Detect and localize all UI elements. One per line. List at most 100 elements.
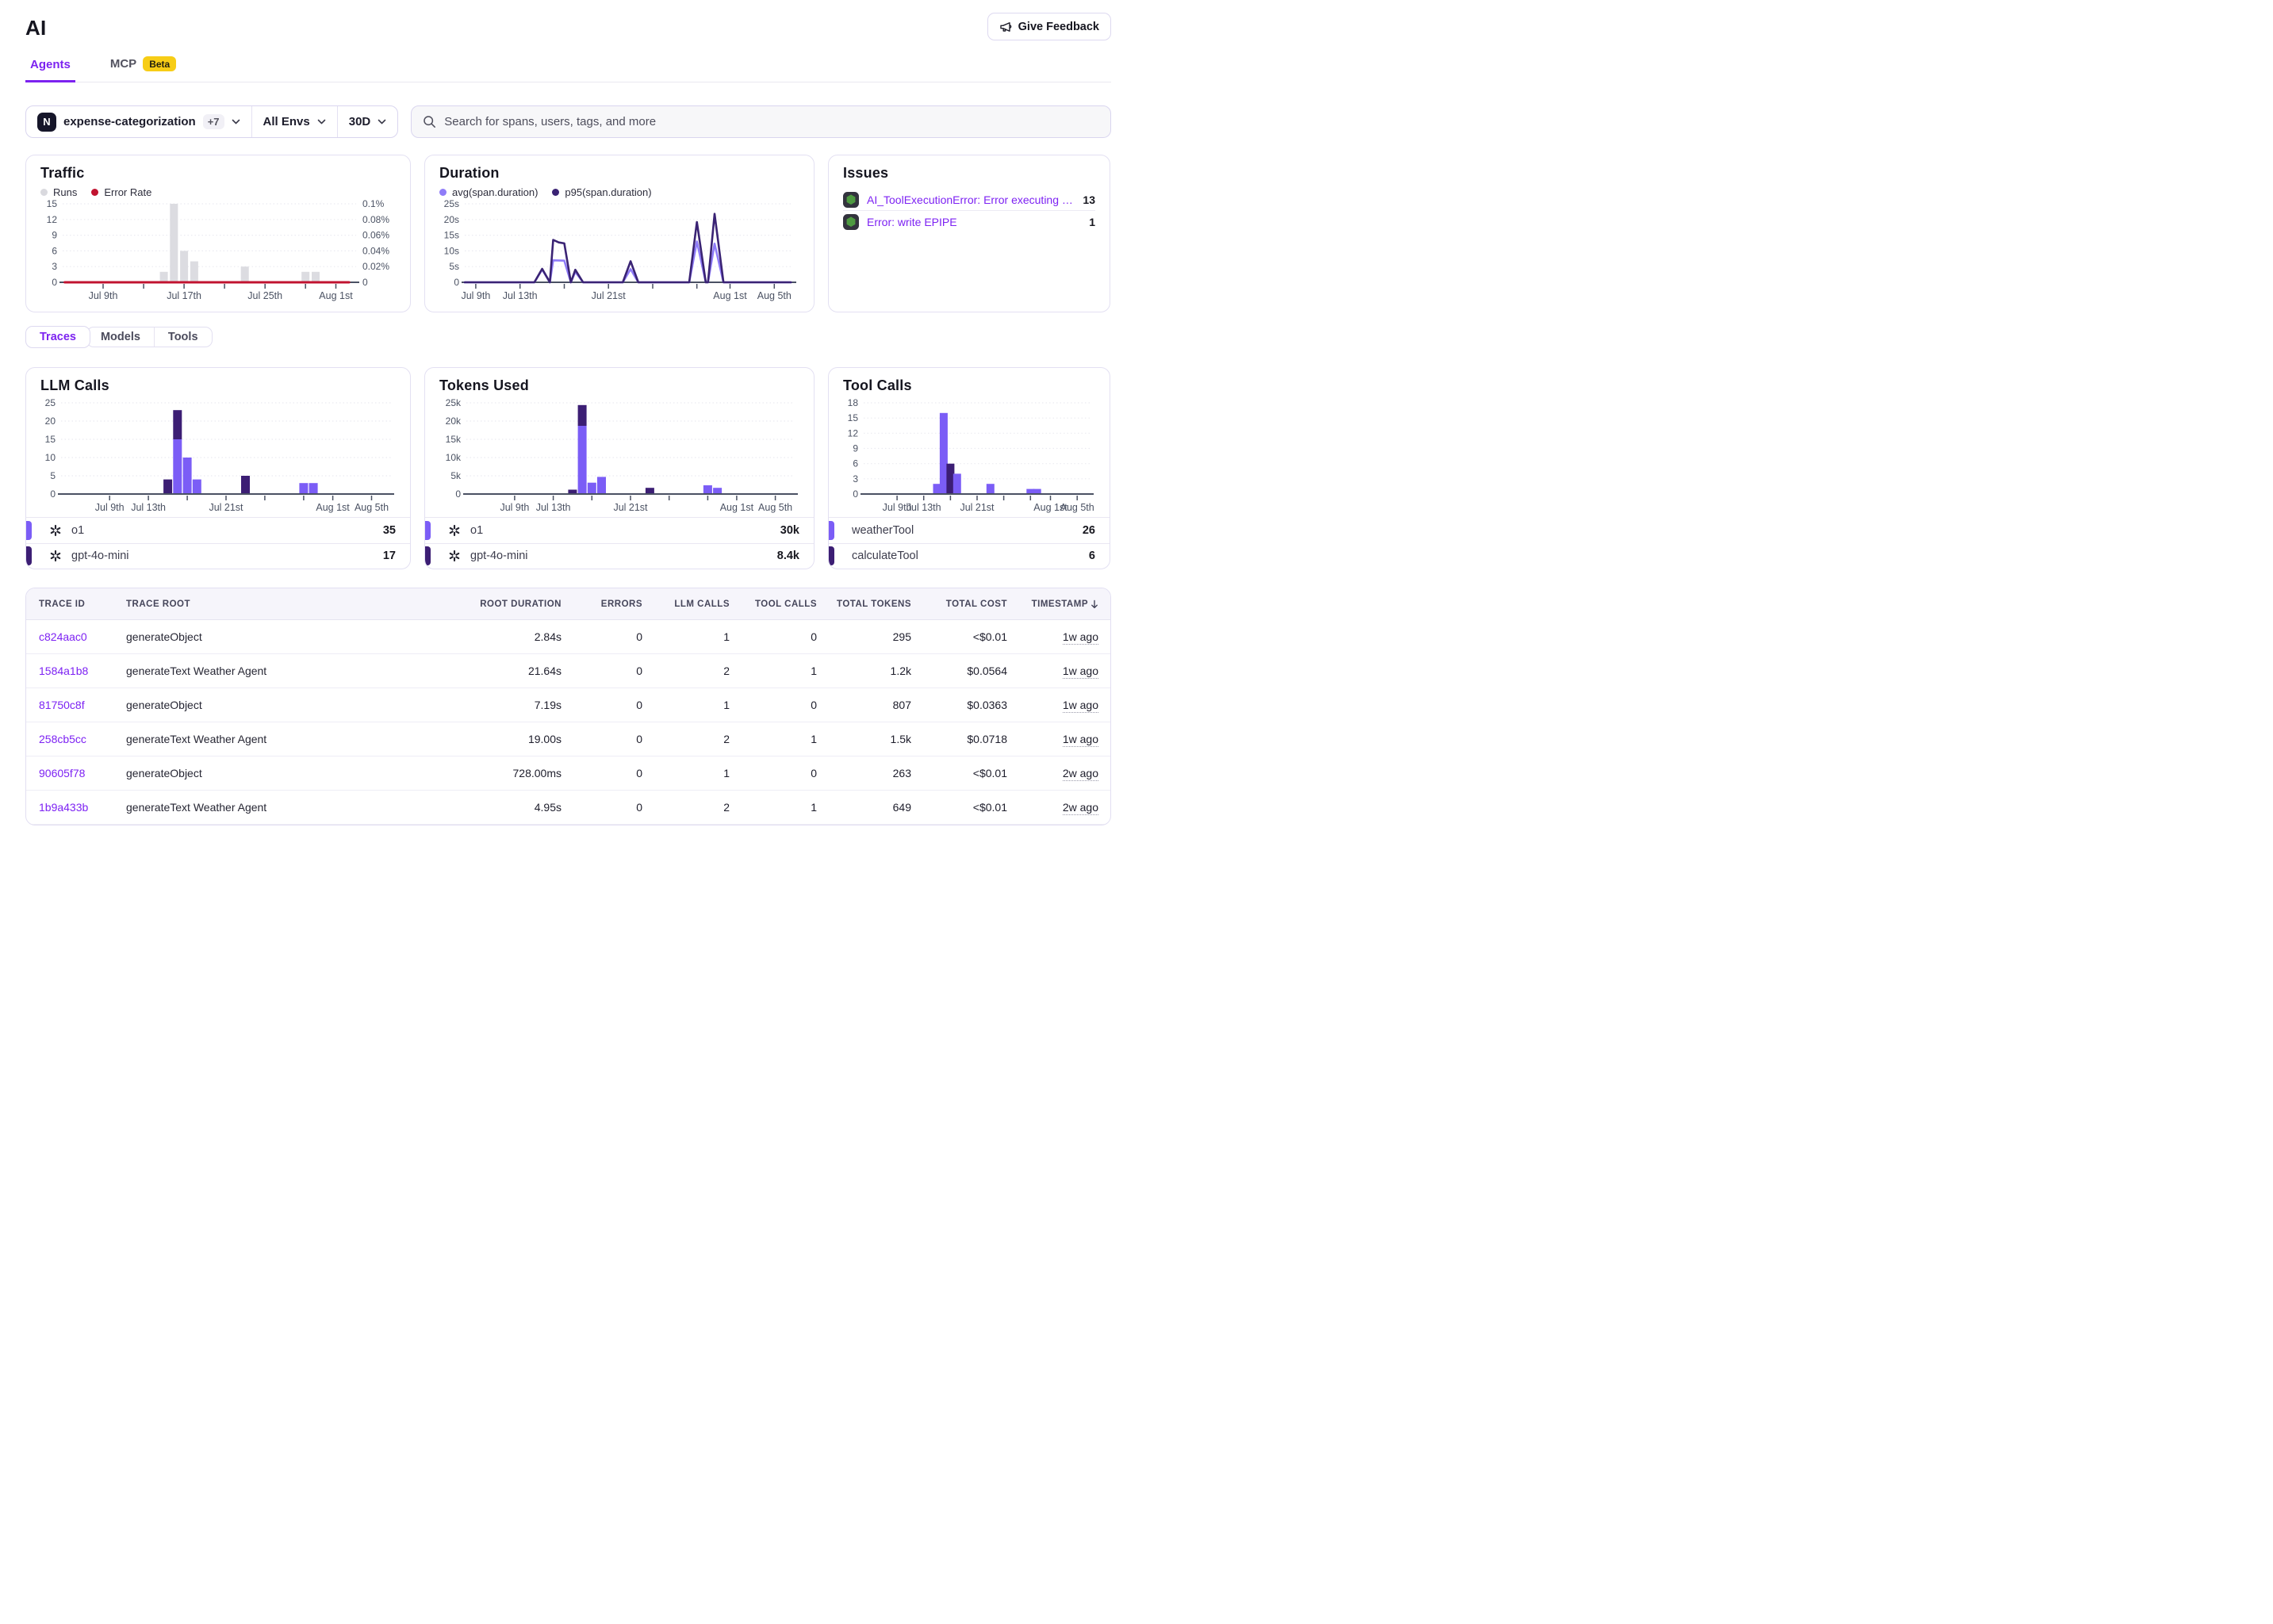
trace-id-link[interactable]: 90605f78 — [39, 767, 126, 779]
table-row[interactable]: 81750c8f generateObject 7.19s 0 1 0 807 … — [26, 688, 1110, 722]
timestamp-value: 2w ago — [1063, 767, 1098, 781]
traces-table: TRACE ID TRACE ROOT ROOT DURATION ERRORS… — [25, 588, 1111, 825]
svg-text:Jul 17th: Jul 17th — [167, 290, 201, 301]
megaphone-icon — [999, 21, 1012, 33]
tokens-used-title: Tokens Used — [439, 377, 799, 394]
svg-text:Aug 1st: Aug 1st — [319, 290, 353, 301]
trace-id-link[interactable]: 81750c8f — [39, 699, 126, 711]
col-llm-calls: LLM CALLS — [642, 599, 730, 609]
trace-id-link[interactable]: 258cb5cc — [39, 733, 126, 745]
page-title: AI — [25, 0, 1111, 40]
series-color-bar — [26, 546, 32, 565]
series-color-bar — [829, 546, 834, 565]
series-color-bar — [26, 521, 32, 540]
tab-agents[interactable]: Agents — [25, 53, 75, 82]
table-row[interactable]: 90605f78 generateObject 728.00ms 0 1 0 2… — [26, 756, 1110, 791]
openai-icon — [49, 550, 62, 562]
trace-id-link[interactable]: 1584a1b8 — [39, 665, 126, 677]
table-row[interactable]: 1584a1b8 generateText Weather Agent 21.6… — [26, 654, 1110, 688]
tab-models[interactable]: Models — [87, 327, 154, 347]
tool-summary-row[interactable]: weatherTool 26 — [829, 517, 1110, 543]
col-total-cost: TOTAL COST — [911, 599, 1007, 609]
svg-text:10k: 10k — [446, 452, 462, 463]
beta-badge: Beta — [143, 56, 176, 71]
traffic-title: Traffic — [40, 165, 396, 182]
chevron-down-icon — [317, 119, 326, 124]
p95-dot-icon — [552, 189, 559, 196]
svg-text:9: 9 — [52, 230, 57, 241]
timestamp-value: 1w ago — [1063, 665, 1098, 679]
model-summary-row[interactable]: gpt-4o-mini 8.4k — [425, 543, 814, 569]
svg-text:0.08%: 0.08% — [362, 214, 389, 225]
svg-text:3: 3 — [853, 473, 858, 485]
timestamp-value: 1w ago — [1063, 733, 1098, 747]
table-row[interactable]: 1b9a433b generateText Weather Agent 4.95… — [26, 791, 1110, 825]
llm-calls-chart: 0510152025Jul 9thJul 13thJul 21stAug 1st… — [40, 399, 397, 513]
svg-text:25k: 25k — [446, 399, 462, 408]
model-value: 17 — [383, 550, 396, 562]
table-row[interactable]: c824aac0 generateObject 2.84s 0 1 0 295 … — [26, 620, 1110, 654]
env-filter-dropdown[interactable]: All Envs — [251, 106, 337, 137]
model-name: o1 — [71, 524, 84, 537]
tab-tools[interactable]: Tools — [154, 327, 212, 347]
svg-text:Jul 21st: Jul 21st — [960, 502, 995, 513]
svg-text:5s: 5s — [449, 261, 459, 272]
legend-runs: Runs — [40, 186, 77, 198]
svg-text:5k: 5k — [450, 470, 462, 481]
legend-p95-duration: p95(span.duration) — [552, 186, 651, 198]
series-color-bar — [425, 521, 431, 540]
col-total-tokens: TOTAL TOKENS — [817, 599, 911, 609]
tool-name: weatherTool — [852, 524, 914, 537]
issues-list: AI_ToolExecutionError: Error executing t… — [843, 189, 1095, 233]
section-tab-group: Models Tools — [86, 327, 213, 347]
trace-id-link[interactable]: c824aac0 — [39, 630, 126, 643]
model-value: 30k — [780, 524, 799, 537]
project-logo-icon: N — [37, 113, 56, 132]
error-rate-dot-icon — [91, 189, 98, 196]
model-summary-row[interactable]: o1 30k — [425, 517, 814, 543]
issue-count: 1 — [1089, 216, 1095, 228]
legend-error-rate: Error Rate — [91, 186, 151, 198]
svg-text:15k: 15k — [446, 434, 462, 445]
svg-text:0.04%: 0.04% — [362, 245, 389, 256]
svg-text:18: 18 — [848, 399, 859, 408]
tool-summary-row[interactable]: calculateTool 6 — [829, 543, 1110, 569]
search-input[interactable] — [444, 115, 1099, 128]
tab-mcp[interactable]: MCP Beta — [105, 52, 181, 82]
svg-text:0.06%: 0.06% — [362, 230, 389, 241]
llm-calls-card: LLM Calls 0510152025Jul 9thJul 13thJul 2… — [25, 367, 411, 569]
timestamp-sort-button[interactable]: TIMESTAMP — [1007, 599, 1098, 609]
svg-text:25: 25 — [45, 399, 56, 408]
model-summary-row[interactable]: o1 35 — [26, 517, 410, 543]
svg-text:Aug 1st: Aug 1st — [316, 502, 350, 513]
project-filter-dropdown[interactable]: N expense-categorization +7 — [26, 106, 251, 137]
ai-dashboard-page: AI Give Feedback Agents MCP Beta N expen… — [0, 0, 1136, 812]
give-feedback-button[interactable]: Give Feedback — [987, 13, 1111, 40]
series-color-bar — [425, 546, 431, 565]
search-icon — [423, 115, 436, 128]
issue-link[interactable]: AI_ToolExecutionError: Error executing t… — [867, 193, 1075, 206]
project-filter-label: expense-categorization — [63, 115, 196, 128]
model-name: gpt-4o-mini — [470, 550, 528, 562]
svg-text:0: 0 — [52, 277, 57, 288]
model-value: 35 — [383, 524, 396, 537]
model-summary-row[interactable]: gpt-4o-mini 17 — [26, 543, 410, 569]
col-timestamp: TIMESTAMP — [1007, 599, 1098, 609]
svg-text:20: 20 — [45, 416, 56, 427]
series-color-bar — [829, 521, 834, 540]
traffic-chart: 0369121500.02%0.04%0.06%0.08%0.1%Jul 9th… — [40, 200, 397, 301]
issue-row: Error: write EPIPE 1 — [843, 211, 1095, 233]
svg-text:3: 3 — [52, 261, 57, 272]
daterange-filter-dropdown[interactable]: 30D — [337, 106, 398, 137]
issue-row: AI_ToolExecutionError: Error executing t… — [843, 189, 1095, 211]
col-trace-root: TRACE ROOT — [126, 599, 435, 609]
table-row[interactable]: 258cb5cc generateText Weather Agent 19.0… — [26, 722, 1110, 756]
trace-id-link[interactable]: 1b9a433b — [39, 801, 126, 814]
issue-link[interactable]: Error: write EPIPE — [867, 216, 1081, 228]
svg-text:Jul 21st: Jul 21st — [209, 502, 243, 513]
openai-icon — [49, 524, 62, 537]
svg-text:Jul 13th: Jul 13th — [536, 502, 571, 513]
svg-text:Aug 1st: Aug 1st — [720, 502, 754, 513]
tab-traces[interactable]: Traces — [25, 326, 90, 348]
tool-calls-title: Tool Calls — [843, 377, 1095, 394]
